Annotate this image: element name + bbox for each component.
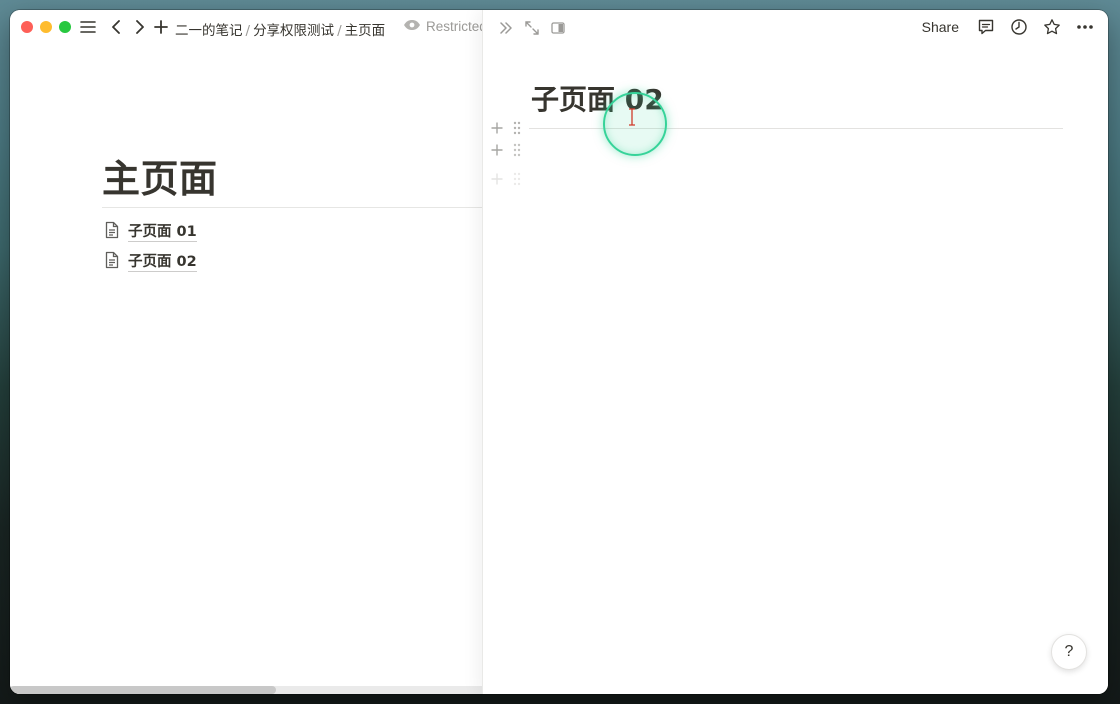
minimize-window-button[interactable] xyxy=(40,21,52,33)
eye-icon xyxy=(403,19,421,34)
access-status[interactable]: Restricted xyxy=(403,19,487,34)
scrollbar-thumb[interactable] xyxy=(10,686,276,694)
breadcrumb-item[interactable]: 分享权限测试 xyxy=(253,23,334,39)
block-handle xyxy=(491,172,523,186)
access-status-label: Restricted xyxy=(426,19,487,34)
drag-handle-icon[interactable] xyxy=(511,172,523,186)
breadcrumb-item[interactable]: 二一的笔记 xyxy=(175,23,243,39)
block-handle xyxy=(491,143,523,157)
main-page-pane: 二一的笔记 / 分享权限测试 / 主页面 Restricted 主页面 子页面 01 子… xyxy=(10,10,487,694)
app-window: 二一的笔记 / 分享权限测试 / 主页面 Restricted 主页面 子页面 01 子… xyxy=(10,10,1108,694)
add-block-plus-icon[interactable] xyxy=(491,143,503,157)
window-controls xyxy=(21,21,71,33)
breadcrumb-separator: / xyxy=(337,23,342,39)
document-icon xyxy=(104,221,120,244)
zoom-window-button[interactable] xyxy=(59,21,71,33)
side-peek-icon[interactable] xyxy=(549,19,567,37)
breadcrumb-item-current[interactable]: 主页面 xyxy=(345,23,386,39)
subpage-link[interactable]: 子页面 02 xyxy=(104,251,197,274)
peek-actions: Share xyxy=(918,17,1095,37)
close-window-button[interactable] xyxy=(21,21,33,33)
side-peek-pane: Share 子页面 02 ? xyxy=(482,10,1108,694)
document-icon xyxy=(104,251,120,274)
sidebar-menu-icon[interactable] xyxy=(78,17,98,37)
more-icon[interactable] xyxy=(1075,17,1095,37)
top-bar: 二一的笔记 / 分享权限测试 / 主页面 Restricted xyxy=(10,10,487,44)
text-cursor-icon xyxy=(628,108,636,131)
subpage-link-label: 子页面 02 xyxy=(128,254,197,272)
subpage-link[interactable]: 子页面 01 xyxy=(104,221,197,244)
new-page-plus-icon[interactable] xyxy=(151,17,171,37)
breadcrumb: 二一的笔记 / 分享权限测试 / 主页面 xyxy=(175,19,385,39)
page-title[interactable]: 主页面 xyxy=(102,148,218,203)
peek-toolbar xyxy=(497,19,567,37)
star-icon[interactable] xyxy=(1042,17,1062,37)
comment-icon[interactable] xyxy=(976,17,996,37)
back-arrow-icon[interactable] xyxy=(106,17,126,37)
expand-icon[interactable] xyxy=(523,19,541,37)
block-handle xyxy=(491,121,523,135)
subpage-link-label: 子页面 01 xyxy=(128,224,197,242)
add-block-plus-icon[interactable] xyxy=(491,121,503,135)
clock-icon[interactable] xyxy=(1009,17,1029,37)
forward-arrow-icon[interactable] xyxy=(130,17,150,37)
share-button[interactable]: Share xyxy=(918,17,963,37)
drag-handle-icon[interactable] xyxy=(511,143,523,157)
add-block-plus-icon[interactable] xyxy=(491,172,503,186)
horizontal-scrollbar[interactable] xyxy=(10,686,482,694)
help-button[interactable]: ? xyxy=(1051,634,1087,670)
double-chevron-right-icon[interactable] xyxy=(497,19,515,37)
breadcrumb-separator: / xyxy=(245,23,251,39)
title-divider xyxy=(102,207,482,208)
drag-handle-icon[interactable] xyxy=(511,121,523,135)
